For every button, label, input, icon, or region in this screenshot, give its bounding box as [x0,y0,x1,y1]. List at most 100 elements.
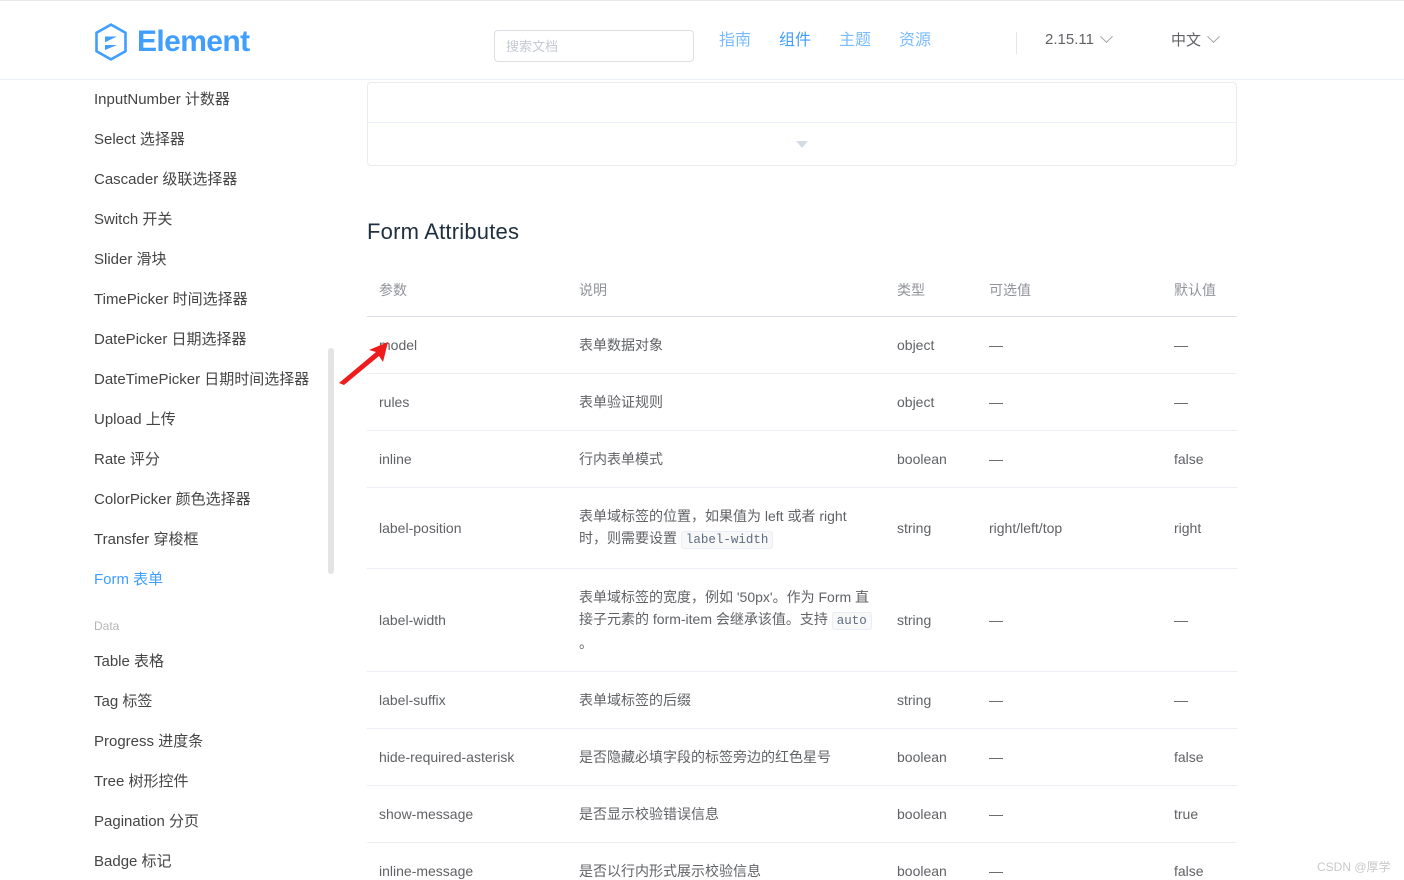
table-row: rules 表单验证规则 object — — [367,373,1237,431]
table-row: inline-message 是否以行内形式展示校验信息 boolean — f… [367,842,1237,880]
sidebar-item-timepicker[interactable]: TimePicker 时间选择器 [0,280,336,320]
sidebar-item-upload[interactable]: Upload 上传 [0,400,336,440]
cell-options: — [977,842,1162,880]
nav-item-resources[interactable]: 资源 [885,29,945,85]
cell-options: — [977,728,1162,786]
cell-options: — [977,785,1162,843]
element-hexagon-logo-icon [94,23,128,61]
sidebar-item-datepicker[interactable]: DatePicker 日期选择器 [0,320,336,360]
sidebar-item-inputnumber[interactable]: InputNumber 计数器 [0,80,336,120]
cell-param: label-width [367,568,567,672]
page-root: Element 指南 组件 主题 资源 2.15.11 中文 InputNumb… [0,0,1404,880]
language-selector[interactable]: 中文 [1170,29,1220,50]
cell-options: — [977,568,1162,672]
sidebar-item-transfer[interactable]: Transfer 穿梭框 [0,520,336,560]
nav-item-components[interactable]: 组件 [765,29,825,85]
sidebar-item-table[interactable]: Table 表格 [0,642,336,682]
sidebar-item-badge[interactable]: Badge 标记 [0,842,336,880]
cell-desc: 表单数据对象 [567,316,885,374]
nav-item-guide[interactable]: 指南 [705,29,765,85]
column-header-default: 默认值 [1162,264,1237,317]
inline-code: label-width [680,531,774,549]
search-input[interactable] [494,30,694,62]
table-row: inline 行内表单模式 boolean — false [367,430,1237,488]
cell-desc: 表单验证规则 [567,373,885,431]
desc-text: 是否以行内形式展示校验信息 [579,863,761,879]
cell-param: rules [367,373,567,431]
desc-text: 表单域标签的宽度，例如 '50px'。作为 Form 直接子元素的 form-i… [579,589,870,627]
version-label: 2.15.11 [1045,31,1094,48]
sidebar-item-tag[interactable]: Tag 标签 [0,682,336,722]
cell-options: — [977,373,1162,431]
cell-default: false [1162,728,1237,786]
sidebar-item-progress[interactable]: Progress 进度条 [0,722,336,762]
sidebar-item-datetimepicker[interactable]: DateTimePicker 日期时间选择器 [0,360,336,400]
cell-default: — [1162,373,1237,431]
cell-desc: 是否以行内形式展示校验信息 [567,842,885,880]
cell-desc: 表单域标签的宽度，例如 '50px'。作为 Form 直接子元素的 form-i… [567,568,885,672]
sidebar-item-form[interactable]: Form 表单 [0,560,336,600]
version-selector[interactable]: 2.15.11 [1045,30,1113,48]
demo-block [367,82,1237,166]
column-header-desc: 说明 [567,264,885,317]
column-header-options: 可选值 [977,264,1162,317]
demo-block-preview [368,83,1236,122]
table-header-row: 参数 说明 类型 可选值 默认值 [367,264,1237,317]
site-logo[interactable]: Element [94,23,250,61]
header-meta-group: 2.15.11 中文 [1045,29,1220,50]
desc-text: 表单验证规则 [579,394,663,410]
table-row: label-width 表单域标签的宽度，例如 '50px'。作为 Form 直… [367,568,1237,672]
sidebar-item-cascader[interactable]: Cascader 级联选择器 [0,160,336,200]
header-divider [1016,32,1017,54]
table-row: label-position 表单域标签的位置，如果值为 left 或者 rig… [367,487,1237,569]
language-label: 中文 [1170,32,1201,49]
table-row: model 表单数据对象 object — — [367,316,1237,374]
cell-options: — [977,316,1162,374]
desc-text: 是否隐藏必填字段的标签旁边的红色星号 [579,749,831,765]
sidebar-item-rate[interactable]: Rate 评分 [0,440,336,480]
cell-default: right [1162,487,1237,569]
desc-text: 是否显示校验错误信息 [579,806,719,822]
sidebar-item-switch[interactable]: Switch 开关 [0,200,336,240]
form-attributes-table: 参数 说明 类型 可选值 默认值 model 表单数据对象 object — —… [367,264,1237,880]
cell-param: inline-message [367,842,567,880]
cell-param: show-message [367,785,567,843]
cell-default: — [1162,568,1237,672]
cell-param: label-suffix [367,671,567,729]
site-logo-text: Element [137,25,250,58]
cell-type: string [885,568,977,672]
cell-options: — [977,430,1162,488]
cell-default: false [1162,430,1237,488]
cell-default: — [1162,671,1237,729]
sidebar-item-slider[interactable]: Slider 滑块 [0,240,336,280]
nav-item-theme[interactable]: 主题 [825,29,885,85]
cell-param: inline [367,430,567,488]
page-title: Form Attributes [367,219,520,244]
cell-default: true [1162,785,1237,843]
column-header-param: 参数 [367,264,567,317]
cell-type: boolean [885,728,977,786]
sidebar: InputNumber 计数器 Select 选择器 Cascader 级联选择… [0,80,336,880]
main-content: Form Attributes 参数 说明 类型 可选值 默认值 model 表… [336,80,1404,880]
sidebar-item-select[interactable]: Select 选择器 [0,120,336,160]
chevron-down-icon [1207,30,1220,44]
table-body: model 表单数据对象 object — — rules 表单验证规则 obj… [367,316,1237,880]
cell-options: — [977,671,1162,729]
sidebar-scrollbar-thumb[interactable] [328,348,334,574]
sidebar-item-pagination[interactable]: Pagination 分页 [0,802,336,842]
cell-type: boolean [885,785,977,843]
column-header-type: 类型 [885,264,977,317]
desc-text-post: 。 [579,635,593,651]
demo-code-toggle[interactable] [368,123,1236,165]
cell-desc: 是否隐藏必填字段的标签旁边的红色星号 [567,728,885,786]
cell-default: — [1162,316,1237,374]
chevron-down-icon [1100,30,1113,44]
table-head: 参数 说明 类型 可选值 默认值 [367,264,1237,317]
sidebar-item-tree[interactable]: Tree 树形控件 [0,762,336,802]
site-header: Element 指南 组件 主题 资源 2.15.11 中文 [0,1,1404,80]
sidebar-item-colorpicker[interactable]: ColorPicker 颜色选择器 [0,480,336,520]
cell-type: boolean [885,430,977,488]
cell-param: hide-required-asterisk [367,728,567,786]
cell-type: object [885,316,977,374]
sidebar-nav-list: InputNumber 计数器 Select 选择器 Cascader 级联选择… [0,80,336,880]
